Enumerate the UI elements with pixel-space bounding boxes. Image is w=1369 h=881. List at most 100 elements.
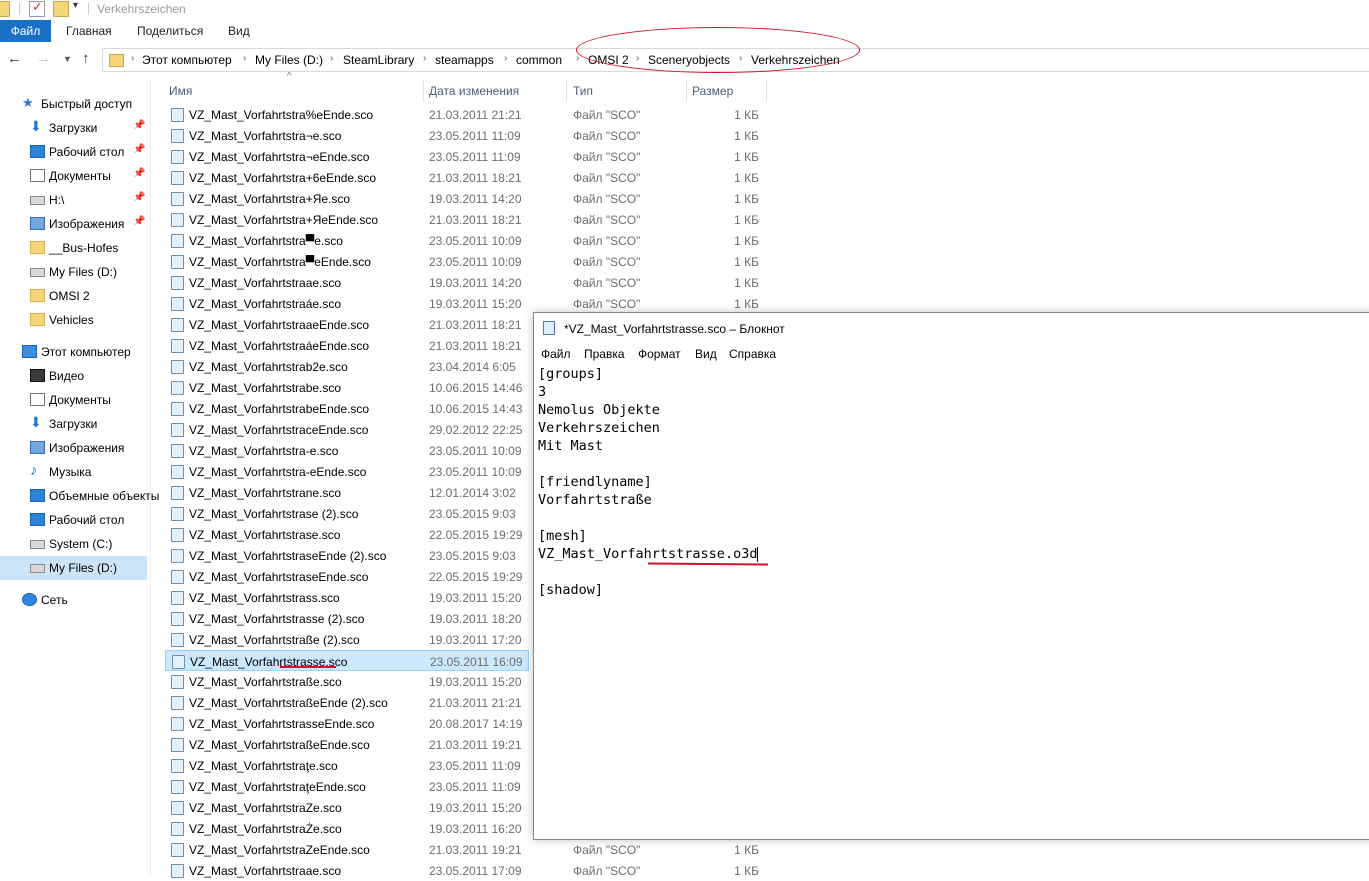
chevron-right-icon[interactable]: › [131,53,134,64]
column-header-name[interactable]: Имя [169,84,192,106]
file-row[interactable]: VZ_Mast_VorfahrtstraZeEnde.sco 21.03.2011… [165,839,765,860]
sidebar-item[interactable]: Видео [0,364,147,388]
breadcrumb-my-files[interactable]: My Files (D:) [255,53,323,67]
file-row[interactable]: VZ_Mast_Vorfahrtstrasse (2).sco 19.03.201… [165,608,529,629]
sidebar-item[interactable]: Документы [0,388,147,412]
column-header-size[interactable]: Размер [692,84,733,106]
pin-icon[interactable]: 📌 [133,192,145,203]
recent-locations-chevron-icon[interactable]: ▼ [63,54,72,64]
breadcrumb-this-pc[interactable]: Этот компьютер [142,53,232,67]
column-header-date[interactable]: Дата изменения [429,84,519,106]
file-row[interactable]: VZ_Mast_VorfahrtstraseEnde (2).sco 23.05.… [165,545,529,566]
tab-share[interactable]: Поделиться [137,20,203,42]
file-row[interactable]: VZ_Mast_Vorfahrtstraße.sco 19.03.2011 15:… [165,671,529,692]
sidebar-item[interactable]: ♪ Музыка [0,460,147,484]
forward-arrow-icon[interactable]: → [36,50,51,67]
chevron-right-icon[interactable]: › [243,53,246,64]
column-header-type[interactable]: Тип [573,84,593,106]
file-row[interactable]: VZ_Mast_VorfahrtstraŻe.sco 19.03.2011 16:… [165,818,529,839]
file-row[interactable]: VZ_Mast_VorfahrtstraţeEnde.sco 23.05.2011… [165,776,529,797]
file-row[interactable]: VZ_Mast_Vorfahrtstrasse.sco 23.05.2011 16… [165,650,529,671]
breadcrumb-common[interactable]: common [516,53,562,67]
sidebar-item[interactable]: System (C:) [0,532,147,556]
tab-home[interactable]: Главная [66,20,112,42]
file-row[interactable]: VZ_Mast_Vorfahrtstra-e.sco 23.05.2011 10:… [165,440,529,461]
menu-help[interactable]: Справка [729,347,776,361]
file-row[interactable]: VZ_Mast_Vorfahrtstra▀eEnde.sco 23.05.2011… [165,251,765,272]
file-row[interactable]: VZ_Mast_VorfahrtstraceEnde.sco 29.02.2012… [165,419,529,440]
pin-icon[interactable]: 📌 [133,144,145,155]
file-row[interactable]: VZ_Mast_Vorfahrtstraáe.sco 19.03.2011 15:… [165,293,765,314]
menu-edit[interactable]: Правка [584,347,625,361]
file-row[interactable]: VZ_Mast_VorfahrtstraaeEnde.sco 21.03.2011… [165,314,529,335]
up-arrow-icon[interactable]: ↑ [82,50,90,67]
file-row[interactable]: VZ_Mast_Vorfahrtstrabe.sco 10.06.2015 14:… [165,377,529,398]
sidebar-item[interactable]: Рабочий стол 📌 [0,140,147,164]
file-row[interactable]: VZ_Mast_VorfahrtstrasseEnde.sco 20.08.201… [165,713,529,734]
column-divider[interactable] [423,80,424,102]
tab-file[interactable]: Файл [0,20,51,42]
notepad-title-bar[interactable]: *VZ_Mast_Vorfahrtstrasse.sco – Блокнот [534,313,1369,343]
menu-file[interactable]: Файл [541,347,571,361]
column-divider[interactable] [566,80,567,102]
tab-view[interactable]: Вид [228,20,250,42]
sidebar-item[interactable]: My Files (D:) [0,556,147,580]
file-row[interactable]: VZ_Mast_Vorfahrtstra%eEnde.sco 21.03.2011… [165,104,765,125]
file-row[interactable]: VZ_Mast_VorfahrtstraßeEnde.sco 21.03.2011… [165,734,529,755]
file-row[interactable]: VZ_Mast_Vorfahrtstra¬e.sco 23.05.2011 11:… [165,125,765,146]
sidebar-item[interactable]: Изображения 📌 [0,212,147,236]
menu-format[interactable]: Формат [638,347,681,361]
chevron-right-icon[interactable]: › [423,53,426,64]
file-row[interactable]: VZ_Mast_Vorfahrtstrane.sco 12.01.2014 3:0… [165,482,529,503]
file-row[interactable]: VZ_Mast_VorfahrtstraseEnde.sco 22.05.2015… [165,566,529,587]
pin-icon[interactable]: 📌 [133,120,145,131]
file-row[interactable]: VZ_Mast_Vorfahrtstra+Яe.sco 19.03.2011 14… [165,188,765,209]
file-row[interactable]: VZ_Mast_Vorfahrtstrass.sco 19.03.2011 15:… [165,587,529,608]
file-row[interactable]: VZ_Mast_VorfahrtstraáeEnde.sco 21.03.2011… [165,335,529,356]
sidebar-item[interactable]: Сеть [0,588,147,612]
pin-icon[interactable]: 📌 [133,216,145,227]
sidebar-item[interactable]: ⬇ Загрузки [0,412,147,436]
file-row[interactable]: VZ_Mast_VorfahrtstrabeEnde.sco 10.06.2015… [165,398,529,419]
file-row[interactable]: VZ_Mast_Vorfahrtstraae.sco 23.05.2011 17:… [165,860,765,881]
sidebar-item[interactable]: Изображения [0,436,147,460]
file-row[interactable]: VZ_Mast_Vorfahrtstraße (2).sco 19.03.2011… [165,629,529,650]
breadcrumb-steamapps[interactable]: steamapps [435,53,494,67]
pin-icon[interactable]: 📌 [133,168,145,179]
file-row[interactable]: VZ_Mast_Vorfahrtstrab2e.sco 23.04.2014 6:… [165,356,529,377]
sidebar-item[interactable]: Документы 📌 [0,164,147,188]
notepad-text-area[interactable]: [groups] 3 Nemolus Objekte Verkehrszeichen M… [538,365,1368,835]
sidebar-item[interactable]: Объемные объекты [0,484,159,508]
file-row[interactable]: VZ_Mast_Vorfahrtstrase.sco 22.05.2015 19:… [165,524,529,545]
sidebar-item[interactable]: Vehicles [0,308,147,332]
customize-quick-access-icon[interactable]: ▾ [73,0,78,11]
breadcrumb-steamlibrary[interactable]: SteamLibrary [343,53,414,67]
sidebar-item[interactable]: My Files (D:) [0,260,147,284]
file-row[interactable]: VZ_Mast_Vorfahrtstrase (2).sco 23.05.2015… [165,503,529,524]
sidebar-item[interactable]: __Bus-Hofes [0,236,147,260]
chevron-right-icon[interactable]: › [330,53,333,64]
file-row[interactable]: VZ_Mast_VorfahrtstraZe.sco 19.03.2011 15:… [165,797,529,818]
notepad-window[interactable]: *VZ_Mast_Vorfahrtstrasse.sco – Блокнот Ф… [533,312,1369,840]
file-row[interactable]: VZ_Mast_Vorfahrtstraae.sco 19.03.2011 14:… [165,272,765,293]
sidebar-item[interactable]: Рабочий стол [0,508,147,532]
new-folder-icon[interactable] [53,1,69,17]
sidebar-item[interactable]: ★ Быстрый доступ [0,92,147,116]
back-arrow-icon[interactable]: ← [7,50,22,67]
chevron-right-icon[interactable]: › [504,53,507,64]
file-row[interactable]: VZ_Mast_Vorfahrtstraţe.sco 23.05.2011 11:… [165,755,529,776]
column-divider[interactable] [766,80,767,102]
file-row[interactable]: VZ_Mast_Vorfahrtstra+ЯeEnde.sco 21.03.201… [165,209,765,230]
sidebar-item[interactable]: H:\ 📌 [0,188,147,212]
file-row[interactable]: VZ_Mast_Vorfahrtstra+6eEnde.sco 21.03.201… [165,167,765,188]
file-row[interactable]: VZ_Mast_VorfahrtstraßeEnde (2).sco 21.03.… [165,692,529,713]
sidebar-item[interactable]: OMSI 2 [0,284,147,308]
column-divider[interactable] [686,80,687,102]
file-row[interactable]: VZ_Mast_Vorfahrtstra▀e.sco 23.05.2011 10:… [165,230,765,251]
file-row[interactable]: VZ_Mast_Vorfahrtstra¬eEnde.sco 23.05.2011… [165,146,765,167]
menu-view[interactable]: Вид [695,347,717,361]
properties-icon[interactable] [29,0,45,17]
file-row[interactable]: VZ_Mast_Vorfahrtstra-eEnde.sco 23.05.2011… [165,461,529,482]
sidebar-item[interactable]: Этот компьютер [0,340,147,364]
sidebar-item[interactable]: ⬇ Загрузки 📌 [0,116,147,140]
